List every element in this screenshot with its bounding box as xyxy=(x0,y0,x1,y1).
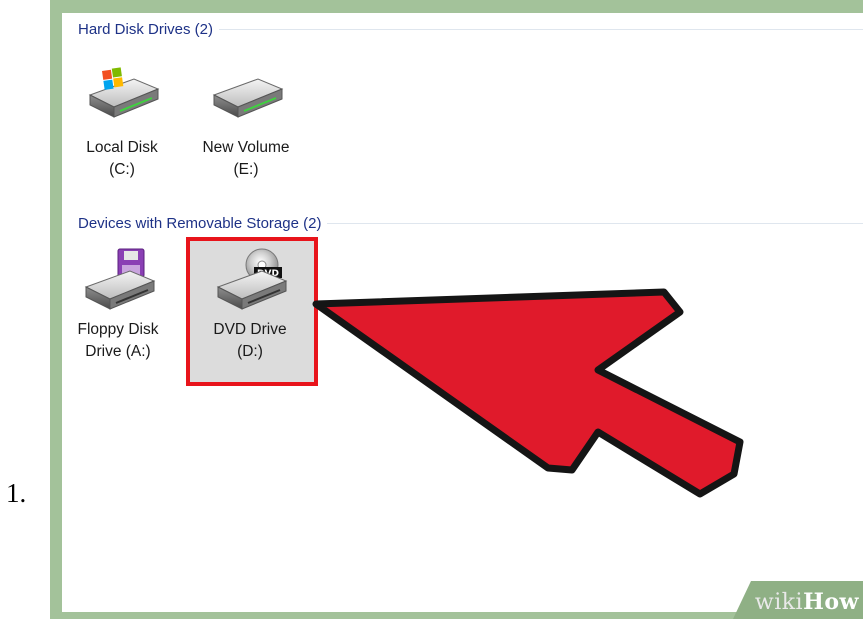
wikihow-watermark: wikiHow xyxy=(755,589,859,615)
watermark-part-how: How xyxy=(803,589,859,615)
watermark-part-wiki: wiki xyxy=(754,590,804,615)
red-pointer-arrow-icon xyxy=(312,288,744,498)
